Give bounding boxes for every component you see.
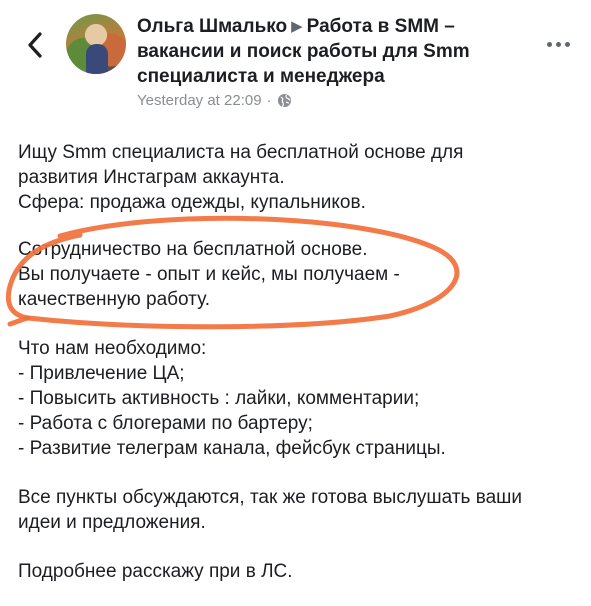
post-line: - Работа с блогерами по бартеру; [18,413,313,434]
meta-separator: · [266,92,272,109]
chevron-left-icon [28,32,42,58]
post-line: Вы получаете - опыт и кейс, мы получаем … [18,264,400,285]
post-line: развития Инстаграм аккаунта. [18,167,285,188]
post-body: Ищу Smm специалиста на бесплатной основе… [18,140,578,584]
more-dot [555,41,561,47]
globe-icon [277,93,291,108]
post-line: идеи и предложения. [18,512,206,533]
post-meta: Yesterday at 22:09 · [137,92,292,109]
post-line: Сотрудничество на бесплатной основе. [18,239,368,260]
caret-right-icon: ▶ [291,18,303,35]
author-avatar[interactable] [66,14,126,74]
post-line: Ищу Smm специалиста на бесплатной основе… [18,142,464,163]
post-title: Ольга Шмалько ▶ Работа в SMM – вакансии и … [137,14,517,89]
post-line: Сфера: продажа одежды, купальников. [18,192,366,213]
post-timestamp[interactable]: Yesterday at 22:09 [137,92,262,109]
post-line: - Развитие телеграм канала, фейсбук стра… [18,438,446,459]
post-line: - Повысить активность : лайки, комментар… [18,388,420,409]
more-dot [546,41,552,47]
back-button[interactable] [20,30,50,60]
post-line: Все пункты обсуждаются, так же готова вы… [18,487,523,508]
post-line: - Привлечение ЦА; [18,363,185,384]
author-name[interactable]: Ольга Шмалько [137,16,287,37]
post-header: Ольга Шмалько ▶ Работа в SMM – вакансии и … [0,0,591,120]
post-line: качественную работу. [18,289,210,310]
post-line: Подробнее расскажу при в ЛС. [18,561,293,582]
more-dot [564,41,570,47]
post-line: Что нам необходимо: [18,338,207,359]
more-options-button[interactable] [540,32,576,56]
